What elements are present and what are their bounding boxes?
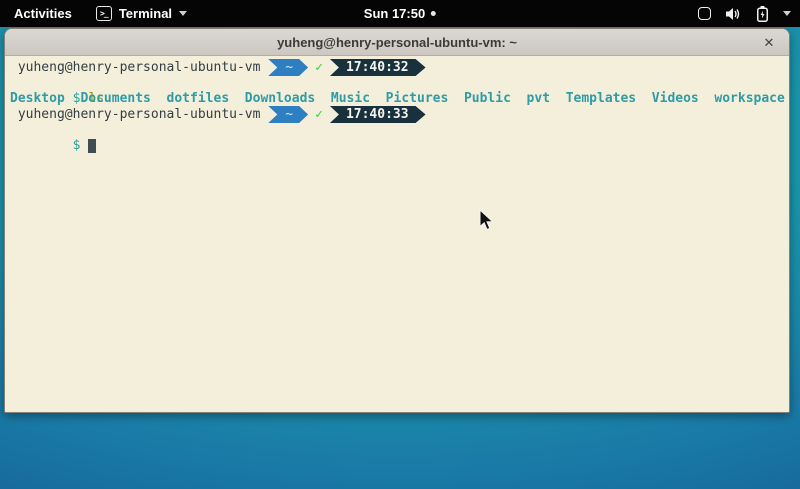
ls-output-line: Desktop Documents dotfiles Downloads Mus… [10,91,789,106]
text-cursor [88,139,96,153]
terminal-icon: >_ [96,6,112,21]
check-icon: ✓ [315,60,323,75]
prompt-line: yuheng@henry-personal-ubuntu-vm ~ ✓ 17:4… [10,106,789,123]
terminal-window: yuheng@henry-personal-ubuntu-vm: ~ ✕ yuh… [4,28,790,413]
top-bar-left: Activities >_ Terminal [10,6,187,21]
prompt-time-segment: 17:40:32 [330,59,426,76]
close-button[interactable]: ✕ [760,29,778,56]
prompt-time-segment: 17:40:33 [330,106,426,123]
desktop: Activities >_ Terminal Sun 17:50 [0,0,800,489]
volume-icon [726,7,742,21]
prompt-path-segment: ~ [268,106,308,123]
prompt-user-host: yuheng@henry-personal-ubuntu-vm [10,107,268,122]
activities-button[interactable]: Activities [10,6,76,21]
prompt-line: yuheng@henry-personal-ubuntu-vm ~ ✓ 17:4… [10,59,789,76]
clock-menu[interactable]: Sun 17:50 [364,0,436,27]
app-menu-terminal[interactable]: >_ Terminal [96,6,187,21]
window-titlebar[interactable]: yuheng@henry-personal-ubuntu-vm: ~ ✕ [5,29,789,56]
top-bar: Activities >_ Terminal Sun 17:50 [0,0,800,27]
check-icon: ✓ [315,107,323,122]
clock-label: Sun 17:50 [364,6,425,21]
prompt-symbol: $ [73,138,81,153]
battery-charging-icon [757,6,768,22]
chevron-down-icon [179,11,187,16]
prompt-path-segment: ~ [268,59,308,76]
screen-share-icon [698,7,711,20]
command-line: $ls [10,76,789,91]
notification-dot-icon [431,11,436,16]
input-line[interactable]: $ [10,123,789,138]
terminal-content[interactable]: yuheng@henry-personal-ubuntu-vm ~ ✓ 17:4… [5,56,789,412]
app-menu-label: Terminal [119,6,172,21]
system-status-menu[interactable] [698,0,791,27]
chevron-down-icon [783,11,791,16]
window-title: yuheng@henry-personal-ubuntu-vm: ~ [277,35,517,50]
prompt-user-host: yuheng@henry-personal-ubuntu-vm [10,60,268,75]
